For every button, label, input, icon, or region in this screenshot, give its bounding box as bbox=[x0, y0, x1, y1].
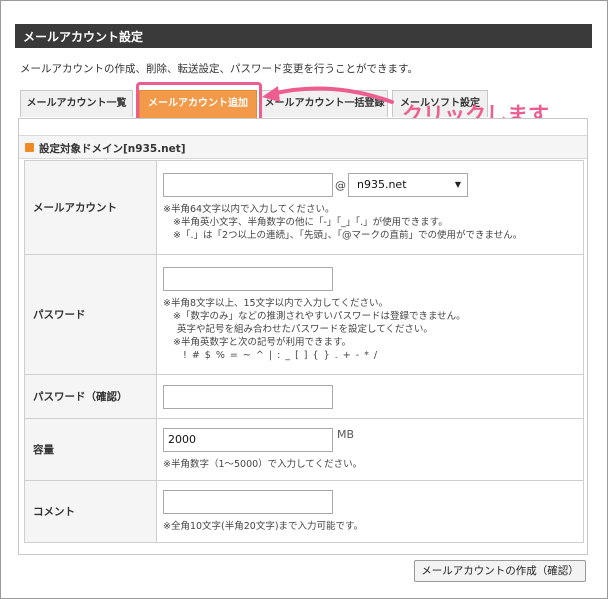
note-line: ※「.」は「2つ以上の連続」、「先頭」、「@マークの直前」での使用ができません。 bbox=[173, 230, 523, 241]
callout-arrow-icon bbox=[262, 86, 394, 104]
capacity-field-cell: 2000 MB ※半角数字（1～5000）で入力してください。 bbox=[156, 418, 584, 481]
page-title: メールアカウント設定 bbox=[23, 30, 144, 44]
note-line: ※半角8文字以上、15文字以内で入力してください。 bbox=[163, 298, 389, 309]
password-confirm-field-cell bbox=[156, 374, 584, 419]
password-confirm-label: パスワード（確認） bbox=[24, 374, 157, 419]
account-label: メールアカウント bbox=[24, 160, 157, 255]
create-account-confirm-button[interactable]: メールアカウントの作成（確認） bbox=[414, 560, 586, 582]
capacity-note: ※半角数字（1～5000）で入力してください。 bbox=[163, 459, 363, 470]
account-field-cell: @ n935.net ▼ ※半角64文字以内で入力してください。 ※半角英小文字、半… bbox=[156, 160, 584, 255]
capacity-unit: MB bbox=[337, 428, 355, 441]
password-field-cell: ※半角8文字以上、15文字以内で入力してください。 ※「数字のみ」などの推測され… bbox=[156, 254, 584, 375]
note-line: ! # $ % = ~ ^ | : _ [ ] { } . + - * / bbox=[183, 350, 379, 361]
page-description: メールアカウントの作成、削除、転送設定、パスワード変更を行うことができます。 bbox=[20, 63, 418, 75]
comment-field-cell: ※全角10文字(半角20文字)まで入力可能です。 bbox=[156, 480, 584, 543]
at-sign: @ bbox=[335, 178, 346, 192]
tab-account-list[interactable]: メールアカウント一覧 bbox=[20, 90, 133, 117]
account-form: メールアカウント @ n935.net ▼ ※半角64文字以内で入力してください。 … bbox=[24, 160, 584, 543]
comment-label: コメント bbox=[24, 480, 157, 543]
note-line: ※「数字のみ」などの推測されやすいパスワードは登録できません。 bbox=[173, 311, 466, 322]
note-line: 英字や記号を組み合わせたパスワードを設定してください。 bbox=[177, 324, 433, 335]
capacity-label: 容量 bbox=[24, 418, 157, 481]
chevron-down-icon: ▼ bbox=[454, 180, 461, 189]
capacity-input[interactable]: 2000 bbox=[163, 428, 333, 452]
section-marker-icon bbox=[25, 143, 34, 152]
account-notes: ※半角64文字以内で入力してください。 ※半角英小文字、半角数字の他に「-」「_… bbox=[163, 203, 583, 242]
section-header: 設定対象ドメイン[n935.net] bbox=[19, 135, 587, 159]
note-line: ※半角英数字と次の記号が利用できます。 bbox=[173, 337, 352, 348]
page-title-bar: メールアカウント設定 bbox=[15, 24, 592, 48]
password-label: パスワード bbox=[24, 254, 157, 375]
domain-select[interactable]: n935.net ▼ bbox=[348, 173, 468, 197]
password-input[interactable] bbox=[163, 267, 333, 291]
section-title: 設定対象ドメイン[n935.net] bbox=[39, 143, 186, 155]
password-notes: ※半角8文字以上、15文字以内で入力してください。 ※「数字のみ」などの推測され… bbox=[163, 297, 583, 362]
account-input[interactable] bbox=[163, 173, 333, 197]
password-confirm-input[interactable] bbox=[163, 384, 333, 409]
comment-note: ※全角10文字(半角20文字)まで入力可能です。 bbox=[163, 521, 364, 532]
note-line: ※半角英小文字、半角数字の他に「-」「_」「.」が使用できます。 bbox=[173, 217, 448, 228]
domain-selected: n935.net bbox=[357, 178, 407, 191]
comment-input[interactable] bbox=[163, 490, 333, 514]
tab-highlight-box bbox=[136, 82, 262, 122]
note-line: ※半角64文字以内で入力してください。 bbox=[163, 204, 335, 215]
tab-label: メールアカウント一覧 bbox=[26, 98, 127, 109]
